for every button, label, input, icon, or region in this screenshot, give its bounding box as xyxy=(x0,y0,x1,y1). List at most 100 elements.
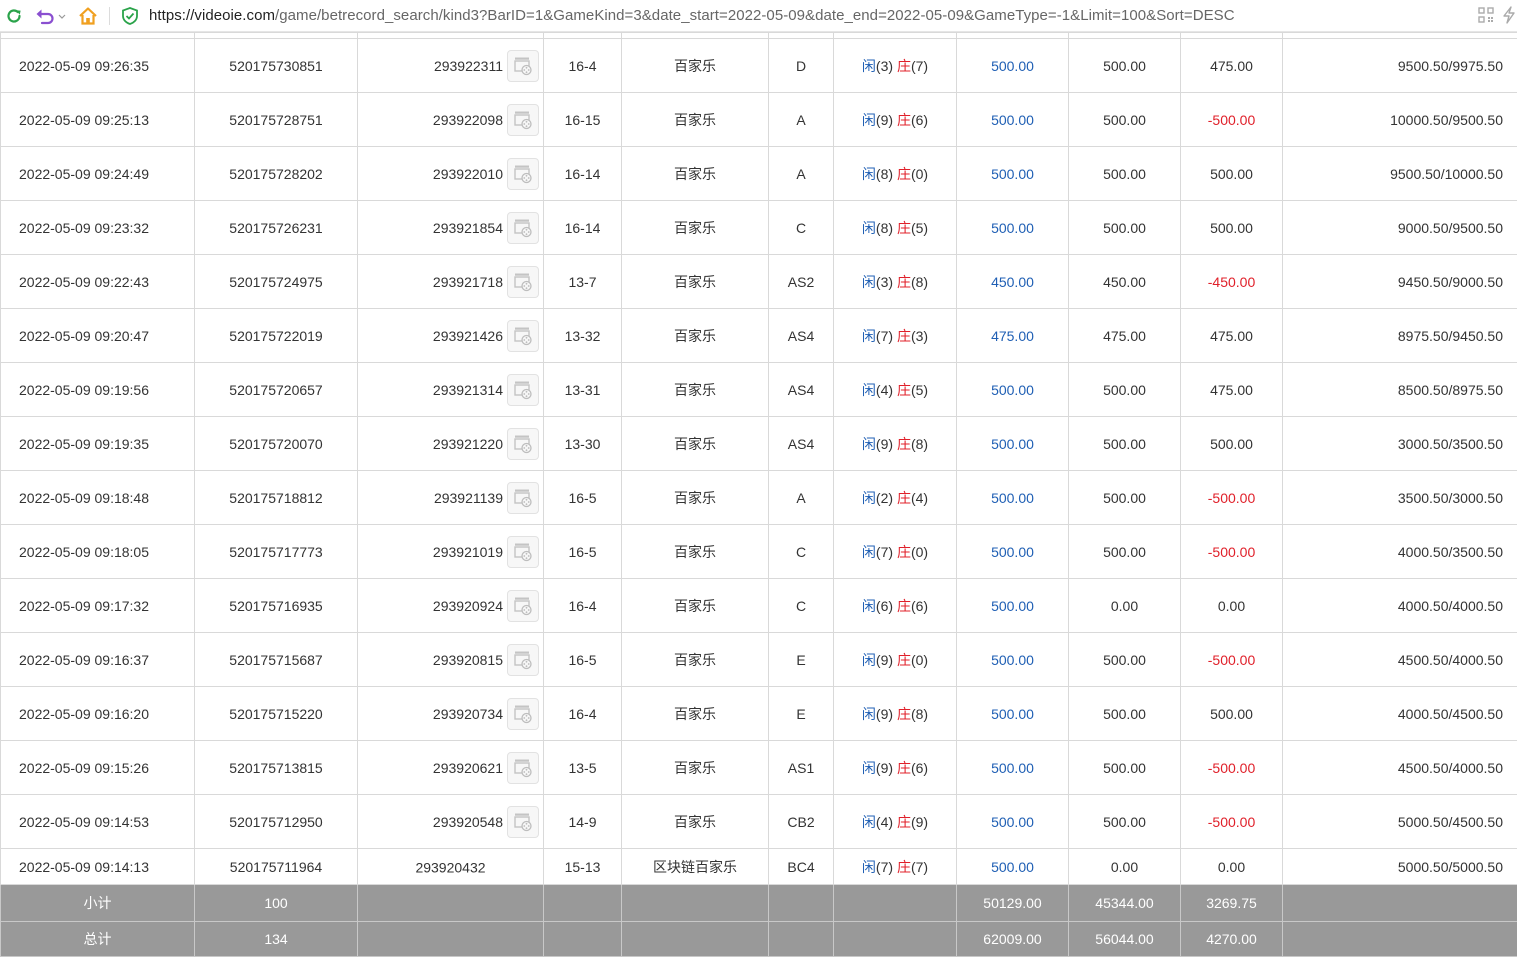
win-loss: 500.00 xyxy=(1180,686,1283,741)
bet-record-table: 2022-05-09 09:26:35 520175730851 293922311… xyxy=(0,32,1517,958)
table-code: E xyxy=(768,632,834,687)
game-number-cell: 293921718 xyxy=(357,254,544,309)
round-result: 闲(6) 庄(6) xyxy=(833,578,957,633)
bet-time: 2022-05-09 09:19:56 xyxy=(0,362,195,417)
win-loss: -500.00 xyxy=(1180,794,1283,849)
video-replay-icon[interactable] xyxy=(507,157,539,190)
bet-id: 520175718812 xyxy=(194,470,358,525)
video-replay-icon[interactable] xyxy=(507,535,539,568)
game-name: 百家乐 xyxy=(621,146,769,201)
balance-before-after: 5000.50/5000.50 xyxy=(1282,848,1517,885)
round-result: 闲(3) 庄(7) xyxy=(833,38,957,93)
game-number: 293922010 xyxy=(432,165,503,182)
player-label: 闲 xyxy=(861,435,876,452)
win-loss: -500.00 xyxy=(1180,524,1283,579)
shoe-round: 16-14 xyxy=(543,146,622,201)
valid-bet: 500.00 xyxy=(1068,92,1181,147)
game-name: 百家乐 xyxy=(621,794,769,849)
subtotal-valid: 45344.00 xyxy=(1068,884,1181,922)
banker-label: 庄 xyxy=(896,57,911,74)
subtotal-label: 小计 xyxy=(0,884,195,922)
video-replay-icon[interactable] xyxy=(507,697,539,730)
game-number: 293920548 xyxy=(432,813,503,830)
secure-shield-icon[interactable] xyxy=(120,6,140,26)
game-number-cell: 293921220 xyxy=(357,416,544,471)
balance-before-after: 3000.50/3500.50 xyxy=(1282,416,1517,471)
table-code: A xyxy=(768,146,834,201)
player-label: 闲 xyxy=(861,543,876,560)
undo-icon[interactable] xyxy=(34,4,68,28)
table-row: 2022-05-09 09:17:32 520175716935 293920924… xyxy=(0,578,1517,633)
round-result: 闲(7) 庄(7) xyxy=(833,848,957,885)
game-name: 百家乐 xyxy=(621,308,769,363)
bet-amount: 500.00 xyxy=(956,632,1069,687)
valid-bet: 500.00 xyxy=(1068,362,1181,417)
game-name: 百家乐 xyxy=(621,578,769,633)
lightning-icon[interactable] xyxy=(1502,6,1516,24)
banker-label: 庄 xyxy=(896,759,911,776)
game-name: 百家乐 xyxy=(621,470,769,525)
bet-time: 2022-05-09 09:25:13 xyxy=(0,92,195,147)
bet-id: 520175728202 xyxy=(194,146,358,201)
valid-bet: 475.00 xyxy=(1068,308,1181,363)
bet-amount: 500.00 xyxy=(956,416,1069,471)
video-replay-icon[interactable] xyxy=(507,49,539,82)
qr-code-icon[interactable] xyxy=(1478,7,1494,23)
video-replay-icon[interactable] xyxy=(507,265,539,298)
home-icon[interactable] xyxy=(76,4,100,28)
total-row: 总计 134 62009.00 56044.00 4270.00 xyxy=(0,921,1517,957)
bet-time: 2022-05-09 09:16:20 xyxy=(0,686,195,741)
game-name: 百家乐 xyxy=(621,686,769,741)
banker-label: 庄 xyxy=(896,381,911,398)
game-number-cell: 293921019 xyxy=(357,524,544,579)
video-replay-icon[interactable] xyxy=(507,103,539,136)
game-number: 293920734 xyxy=(432,705,503,722)
banker-label: 庄 xyxy=(896,597,911,614)
video-replay-icon[interactable] xyxy=(507,751,539,784)
bet-time: 2022-05-09 09:18:48 xyxy=(0,470,195,525)
video-replay-icon[interactable] xyxy=(507,589,539,622)
video-replay-icon[interactable] xyxy=(507,319,539,352)
refresh-icon[interactable] xyxy=(2,4,26,28)
bet-amount: 500.00 xyxy=(956,92,1069,147)
subtotal-result: 3269.75 xyxy=(1180,884,1283,922)
shoe-round: 16-4 xyxy=(543,686,622,741)
address-bar[interactable]: https://videoie.com/game/betrecord_searc… xyxy=(149,7,1235,24)
player-label: 闲 xyxy=(861,489,876,506)
table-code: AS4 xyxy=(768,308,834,363)
bet-time: 2022-05-09 09:23:32 xyxy=(0,200,195,255)
round-result: 闲(9) 庄(6) xyxy=(833,92,957,147)
bet-time: 2022-05-09 09:15:26 xyxy=(0,740,195,795)
game-number-cell: 293921139 xyxy=(357,470,544,525)
video-replay-icon[interactable] xyxy=(507,643,539,676)
total-result: 4270.00 xyxy=(1180,921,1283,957)
table-code: C xyxy=(768,200,834,255)
banker-points: (5) xyxy=(910,219,929,236)
banker-label: 庄 xyxy=(896,327,911,344)
game-number-cell: 293921426 xyxy=(357,308,544,363)
table-code: CB2 xyxy=(768,794,834,849)
banker-points: (4) xyxy=(910,489,929,506)
valid-bet: 450.00 xyxy=(1068,254,1181,309)
video-replay-icon[interactable] xyxy=(507,427,539,460)
game-number: 293921139 xyxy=(433,489,503,506)
bet-amount: 500.00 xyxy=(956,794,1069,849)
bet-amount: 500.00 xyxy=(956,470,1069,525)
video-replay-icon[interactable] xyxy=(507,481,539,514)
balance-before-after: 10000.50/9500.50 xyxy=(1282,92,1517,147)
player-label: 闲 xyxy=(861,111,876,128)
banker-points: (6) xyxy=(910,597,929,614)
balance-before-after: 5000.50/4500.50 xyxy=(1282,794,1517,849)
subtotal-row: 小计 100 50129.00 45344.00 3269.75 xyxy=(0,884,1517,922)
shoe-round: 16-4 xyxy=(543,578,622,633)
win-loss: -500.00 xyxy=(1180,740,1283,795)
win-loss: 475.00 xyxy=(1180,38,1283,93)
banker-label: 庄 xyxy=(896,813,911,830)
round-result: 闲(3) 庄(8) xyxy=(833,254,957,309)
video-replay-icon[interactable] xyxy=(507,211,539,244)
video-replay-icon[interactable] xyxy=(507,805,539,838)
game-number: 293921718 xyxy=(432,273,503,290)
valid-bet: 500.00 xyxy=(1068,794,1181,849)
total-empty-cell xyxy=(1282,921,1517,957)
video-replay-icon[interactable] xyxy=(507,373,539,406)
